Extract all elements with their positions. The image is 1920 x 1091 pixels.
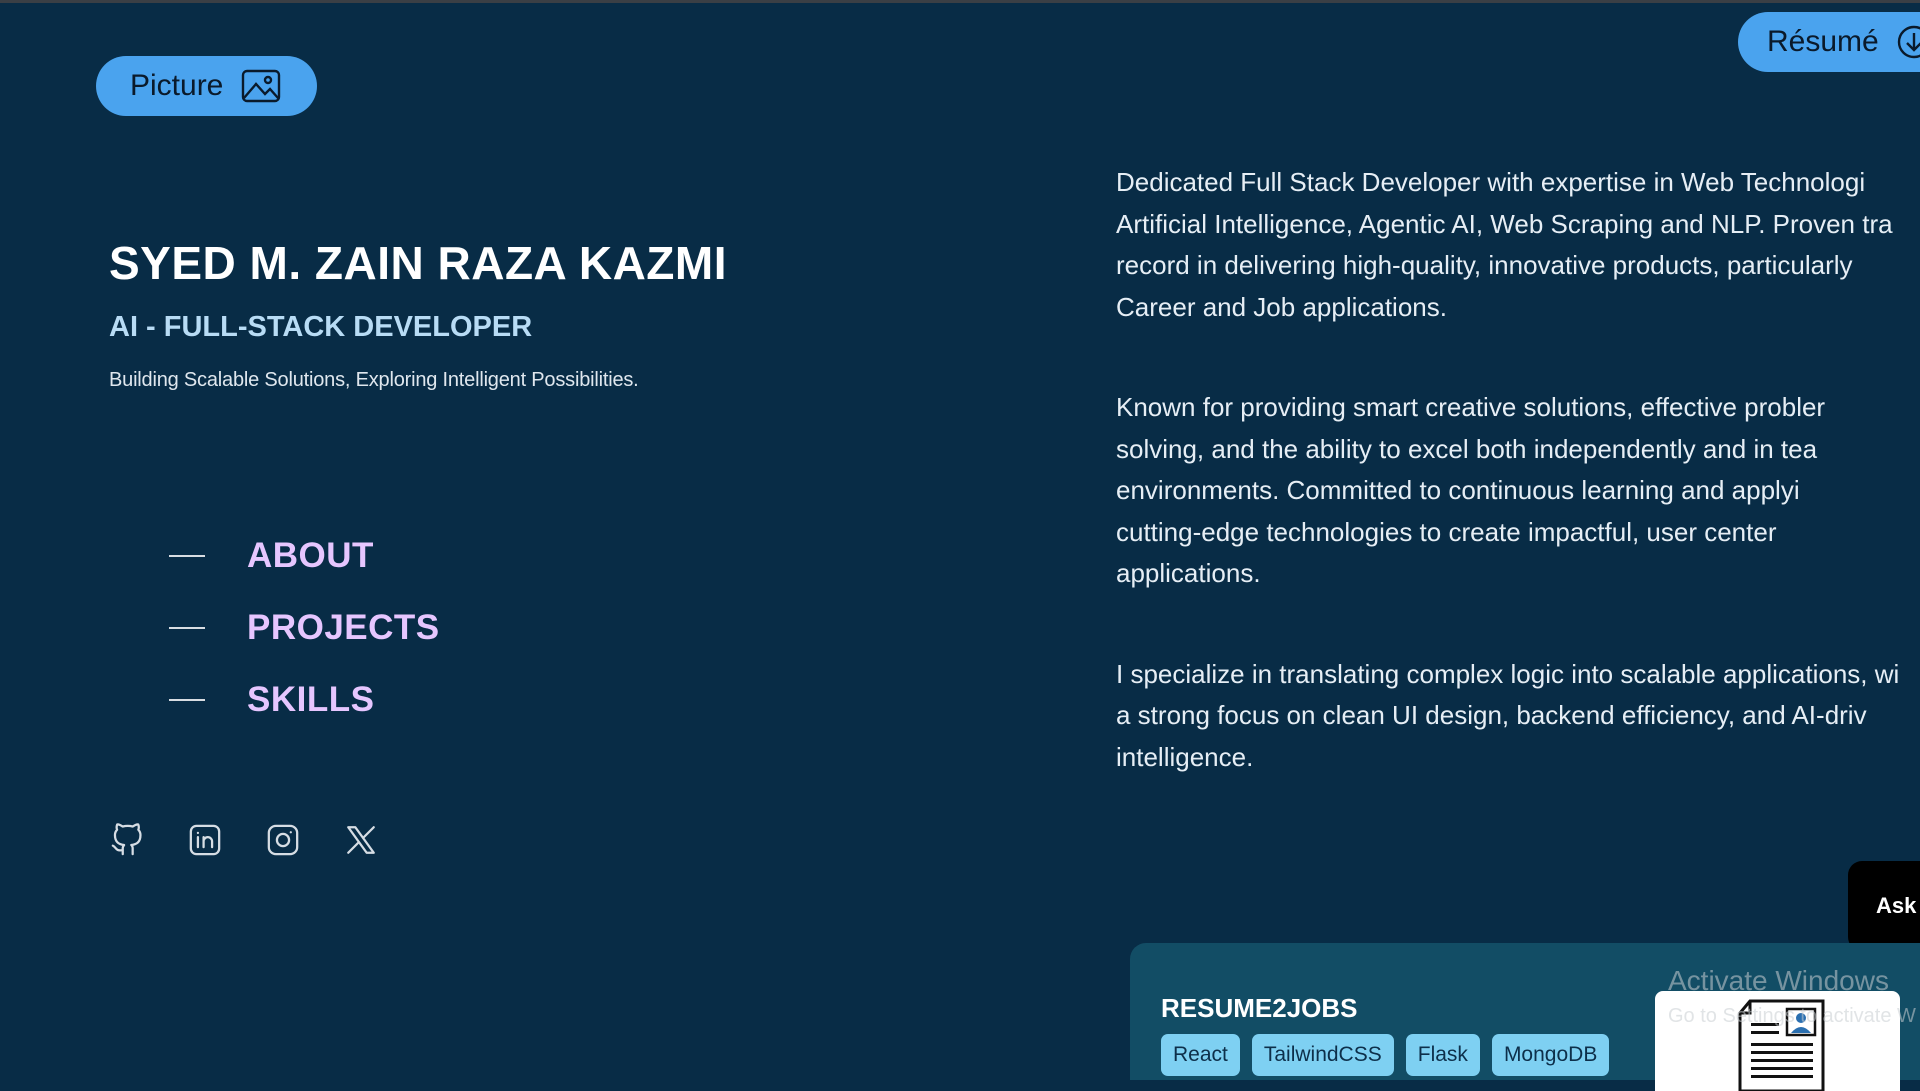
resume-button-label: Résumé (1767, 25, 1879, 58)
watermark-title: Activate Windows (1668, 965, 1889, 996)
nav-label-projects: PROJECTS (247, 608, 440, 647)
picture-button-label: Picture (130, 69, 224, 102)
nav-item-projects[interactable]: PROJECTS (169, 592, 440, 664)
about-line: Known for providing smart creative solut… (1116, 392, 1826, 422)
about-line: record in delivering high-quality, innov… (1116, 250, 1853, 280)
ask-button[interactable]: Ask (1848, 861, 1920, 951)
resume-download-button[interactable]: Résumé (1738, 12, 1920, 72)
github-icon[interactable] (109, 820, 145, 860)
nav-indicator-line (169, 627, 205, 629)
about-paragraph: Dedicated Full Stack Developer with expe… (1116, 162, 1916, 328)
about-line: Dedicated Full Stack Developer with expe… (1116, 167, 1866, 197)
nav-item-about[interactable]: ABOUT (169, 520, 440, 592)
about-line: solving, and the ability to excel both i… (1116, 433, 1818, 464)
about-line: intelligence. (1116, 741, 1254, 772)
top-border (0, 0, 1920, 3)
about-line: a strong focus on clean UI design, backe… (1116, 700, 1867, 730)
section-nav: ABOUT PROJECTS SKILLS (169, 520, 440, 736)
nav-indicator-line (169, 699, 205, 701)
project-tag: React (1161, 1034, 1240, 1076)
linkedin-icon[interactable] (187, 820, 223, 860)
hero-name: SYED M. ZAIN RAZA KAZMI (109, 237, 727, 289)
nav-label-about: ABOUT (247, 536, 374, 575)
download-icon (1897, 25, 1920, 59)
about-line: environments. Committed to continuous le… (1116, 475, 1800, 505)
about-line: I specialize in translating complex logi… (1116, 658, 1900, 689)
about-line: applications. (1116, 558, 1261, 588)
ask-button-label: Ask (1876, 893, 1917, 918)
about-section: Dedicated Full Stack Developer with expe… (1116, 162, 1916, 837)
watermark-subtitle: Go to Settings to activate W (1668, 1005, 1916, 1027)
about-paragraph: Known for providing smart creative solut… (1116, 387, 1916, 595)
nav-item-skills[interactable]: SKILLS (169, 664, 440, 736)
project-tag: MongoDB (1491, 1034, 1610, 1076)
about-line: Career and Job applications. (1116, 291, 1447, 322)
project-tags: React TailwindCSS Flask MongoDB (1161, 1034, 1610, 1076)
project-tag: TailwindCSS (1251, 1034, 1394, 1076)
windows-activation-watermark: Activate Windows Go to Settings to activ… (1668, 965, 1916, 1028)
about-paragraph: I specialize in translating complex logi… (1116, 654, 1916, 779)
hero-role: AI - FULL-STACK DEVELOPER (109, 311, 533, 343)
x-icon[interactable] (343, 820, 379, 860)
nav-indicator-line (169, 555, 205, 557)
about-line: cutting-edge technologies to create impa… (1116, 516, 1777, 547)
project-title: RESUME2JOBS (1161, 993, 1358, 1023)
instagram-icon[interactable] (265, 820, 301, 860)
image-icon (241, 69, 281, 103)
project-tag: Flask (1405, 1034, 1480, 1076)
picture-button[interactable]: Picture (96, 56, 318, 116)
social-links (109, 820, 379, 860)
about-line: Artificial Intelligence, Agentic AI, Web… (1116, 208, 1893, 239)
nav-label-skills: SKILLS (247, 680, 375, 719)
hero-tagline: Building Scalable Solutions, Exploring I… (109, 369, 639, 391)
